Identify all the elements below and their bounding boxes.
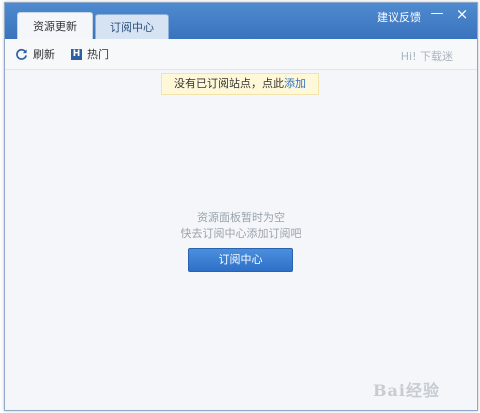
empty-state-line1: 资源面板暂时为空 xyxy=(197,211,285,224)
minimize-icon: — xyxy=(430,6,444,21)
feedback-link[interactable]: 建议反馈 xyxy=(377,9,421,25)
notice-text: 没有已订阅站点，点此 xyxy=(174,77,284,90)
title-bar: 资源更新 订阅中心 建议反馈 — × xyxy=(5,3,477,40)
watermark-logo: Bai经验 xyxy=(373,381,440,400)
add-subscription-link[interactable]: 添加 xyxy=(284,77,306,90)
status-text: Hi! 下载迷 xyxy=(400,50,453,63)
close-icon: × xyxy=(455,5,469,23)
refresh-icon xyxy=(16,48,27,60)
toolbar: 刷新 H 热门 Hi! 下载迷 xyxy=(5,39,477,70)
no-subscription-notice: 没有已订阅站点，点此添加 xyxy=(161,73,319,95)
empty-state-line2: 快去订阅中心添加订阅吧 xyxy=(180,227,302,240)
minimize-button[interactable]: — xyxy=(428,5,446,23)
subscription-center-button[interactable]: 订阅中心 xyxy=(188,248,293,272)
close-button[interactable]: × xyxy=(453,5,471,23)
tab-subscription-center[interactable]: 订阅中心 xyxy=(95,14,169,40)
refresh-label: 刷新 xyxy=(33,48,55,61)
tab-resource-updates[interactable]: 资源更新 xyxy=(17,12,93,40)
hot-label: 热门 xyxy=(87,48,109,61)
app-window: 资源更新 订阅中心 建议反馈 — × 刷新 H 热门 Hi! 下载迷 没有已订阅… xyxy=(4,2,478,411)
hot-button[interactable]: H 热门 xyxy=(71,46,109,62)
refresh-button[interactable]: 刷新 xyxy=(15,46,55,62)
hot-icon: H xyxy=(71,48,82,60)
